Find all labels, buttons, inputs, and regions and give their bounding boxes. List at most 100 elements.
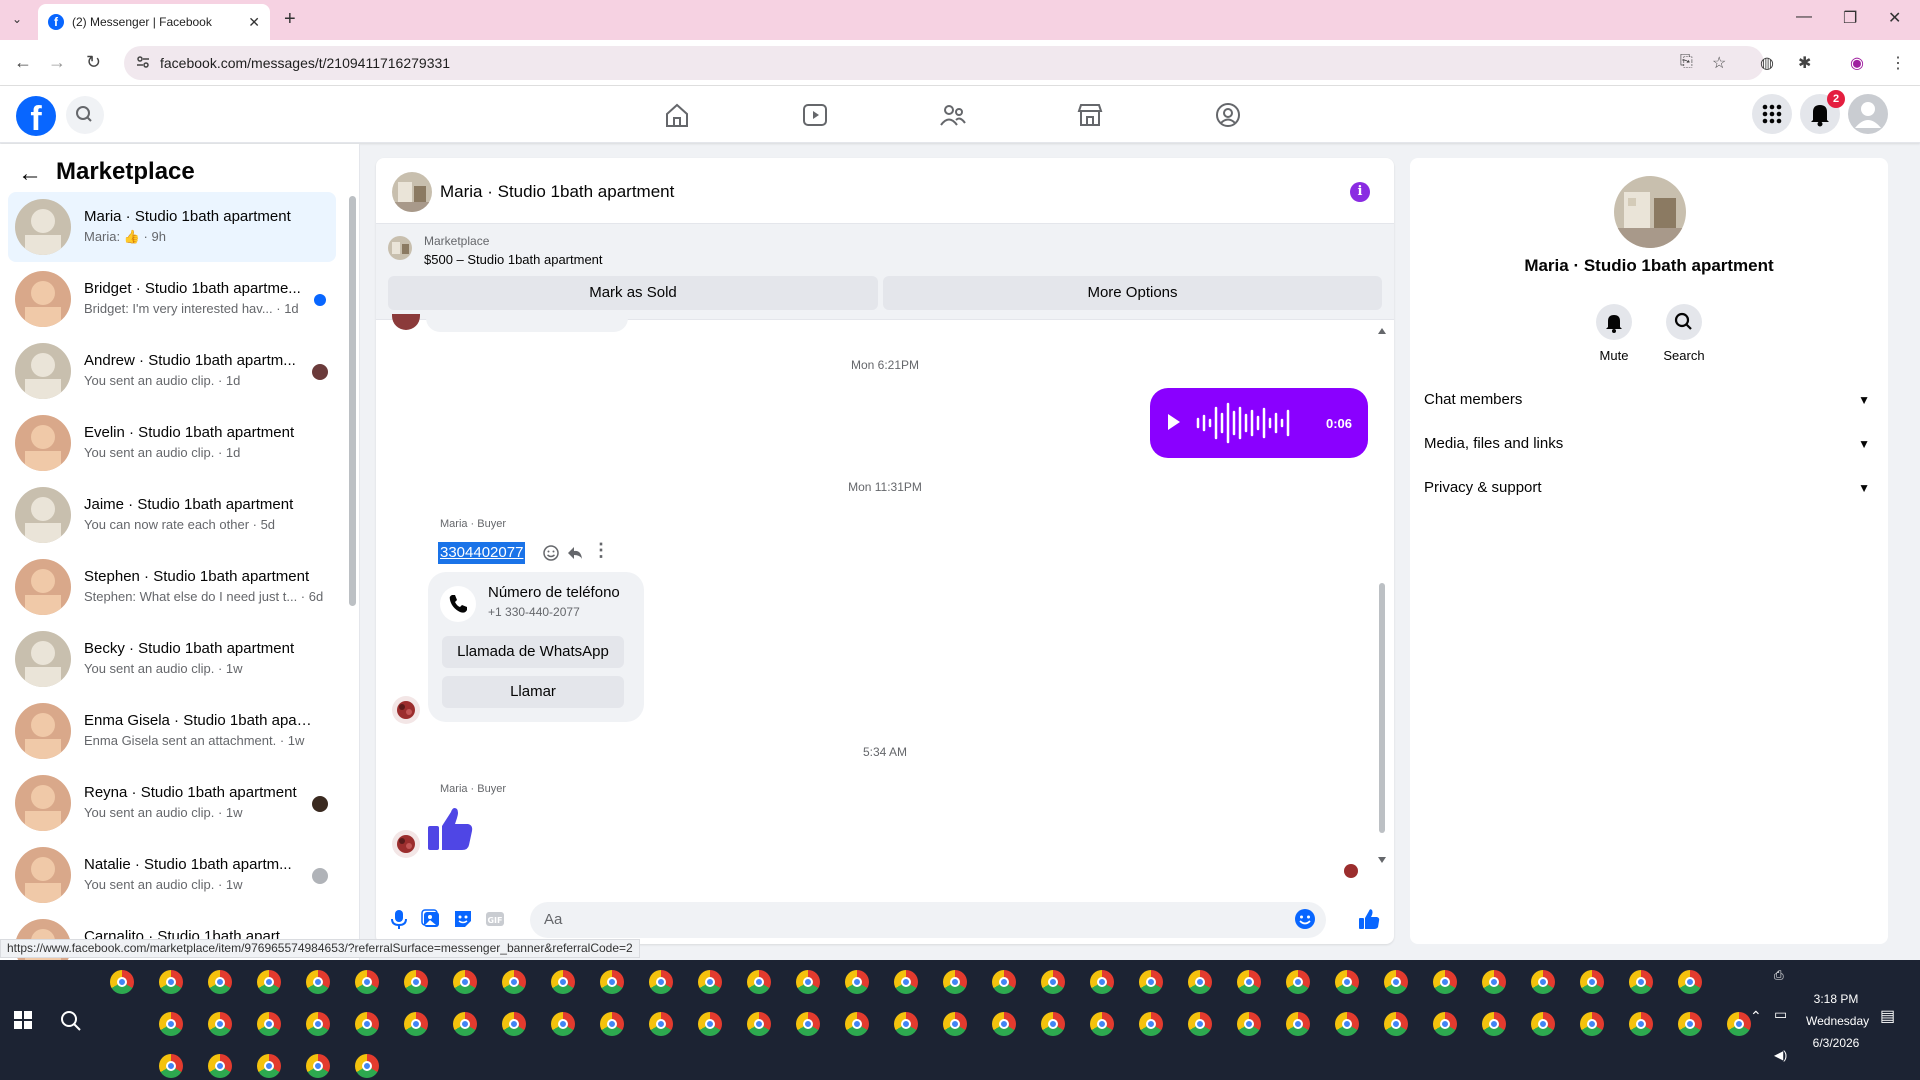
chrome-app-icon[interactable] [404, 1012, 428, 1036]
chrome-app-icon[interactable] [1433, 970, 1457, 994]
system-clock[interactable]: 3:18 PM Wednesday 6/3/2026 [1806, 988, 1869, 1054]
chrome-app-icon[interactable] [1433, 1012, 1457, 1036]
profile-icon[interactable]: ◉ [1850, 53, 1864, 73]
chrome-app-icon[interactable] [1629, 970, 1653, 994]
conversation-item[interactable]: Enma Gisela · Studio 1bath apart... Enma … [8, 696, 336, 766]
chrome-app-icon[interactable] [894, 1012, 918, 1036]
chrome-app-icon[interactable] [159, 1012, 183, 1036]
chrome-app-icon[interactable] [698, 970, 722, 994]
marketplace-icon[interactable] [1075, 100, 1105, 130]
chrome-app-icon[interactable] [943, 970, 967, 994]
chrome-app-icon[interactable] [1090, 970, 1114, 994]
site-info-icon[interactable] [136, 55, 150, 69]
translate-icon[interactable]: ◍ [1760, 53, 1774, 73]
menu-grid-icon[interactable] [1752, 94, 1792, 134]
reload-icon[interactable]: ↻ [86, 52, 101, 73]
conversation-item[interactable]: Evelin · Studio 1bath apartment You sent … [8, 408, 336, 478]
microphone-icon[interactable] [388, 908, 410, 930]
call-button[interactable]: Llamar [442, 676, 624, 708]
conversation-item[interactable]: Jaime · Studio 1bath apartment You can no… [8, 480, 336, 550]
chrome-app-icon[interactable] [992, 970, 1016, 994]
tablet-mode-icon[interactable]: ⎙ [1774, 968, 1784, 983]
conversation-item[interactable]: Natalie · Studio 1bath apartm... You sent… [8, 840, 336, 910]
chrome-app-icon[interactable] [208, 1054, 232, 1078]
mark-as-sold-button[interactable]: Mark as Sold [388, 276, 878, 310]
chrome-app-icon[interactable] [208, 1012, 232, 1036]
chrome-app-icon[interactable] [453, 1012, 477, 1036]
conversation-item[interactable]: Stephen · Studio 1bath apartment Stephen:… [8, 552, 336, 622]
notifications-center-icon[interactable]: ▤ [1880, 1006, 1895, 1026]
groups-icon[interactable] [938, 100, 968, 130]
chrome-app-icon[interactable] [1335, 1012, 1359, 1036]
chrome-app-icon[interactable] [1237, 1012, 1261, 1036]
chrome-app-icon[interactable] [1727, 1012, 1751, 1036]
chrome-app-icon[interactable] [551, 970, 575, 994]
chrome-app-icon[interactable] [257, 1012, 281, 1036]
chrome-app-icon[interactable] [894, 970, 918, 994]
chrome-app-icon[interactable] [257, 1054, 281, 1078]
whatsapp-call-button[interactable]: Llamada de WhatsApp [442, 636, 624, 668]
chrome-app-icon[interactable] [1580, 1012, 1604, 1036]
listing-title[interactable]: $500 – Studio 1bath apartment [424, 252, 603, 267]
play-icon[interactable] [1168, 414, 1180, 430]
browser-menu-icon[interactable]: ⋮ [1890, 53, 1906, 73]
chrome-app-icon[interactable] [1139, 1012, 1163, 1036]
network-icon[interactable]: ▭ [1774, 1006, 1787, 1023]
extensions-icon[interactable]: ✱ [1798, 53, 1811, 73]
message-input[interactable]: Aa [530, 902, 1326, 938]
copilot-app-icon[interactable] [110, 970, 134, 994]
privacy-support-section[interactable]: Privacy & support ▼ [1424, 468, 1880, 508]
chrome-app-icon[interactable] [1090, 1012, 1114, 1036]
install-app-icon[interactable]: ⎘ [1680, 53, 1693, 71]
restore-icon[interactable]: ❐ [1843, 8, 1857, 28]
chrome-app-icon[interactable] [453, 970, 477, 994]
reply-icon[interactable] [566, 544, 584, 562]
windows-start-icon[interactable] [14, 1011, 32, 1029]
chrome-app-icon[interactable] [257, 970, 281, 994]
listing-thumbnail[interactable] [388, 236, 412, 260]
contact-avatar[interactable] [1614, 176, 1686, 248]
search-conversation-button[interactable]: Search [1649, 304, 1719, 363]
tab-search-icon[interactable]: ⌄ [12, 12, 22, 26]
chrome-app-icon[interactable] [1286, 1012, 1310, 1036]
chrome-app-icon[interactable] [1482, 970, 1506, 994]
media-files-links-section[interactable]: Media, files and links ▼ [1424, 424, 1880, 464]
chat-scrollbar[interactable] [1378, 328, 1386, 863]
chrome-app-icon[interactable] [159, 1054, 183, 1078]
volume-icon[interactable]: ◀) [1774, 1048, 1787, 1062]
chrome-app-icon[interactable] [355, 970, 379, 994]
chat-avatar[interactable] [392, 172, 432, 212]
show-hidden-icons[interactable]: ⌃ [1750, 1008, 1762, 1025]
chrome-app-icon[interactable] [1384, 1012, 1408, 1036]
chat-members-section[interactable]: Chat members ▼ [1424, 380, 1880, 420]
chrome-app-icon[interactable] [845, 1012, 869, 1036]
audio-waveform[interactable] [1194, 402, 1304, 444]
chrome-app-icon[interactable] [747, 970, 771, 994]
browser-tab[interactable]: f (2) Messenger | Facebook ✕ [38, 4, 270, 40]
home-icon[interactable] [662, 100, 692, 130]
chrome-app-icon[interactable] [600, 1012, 624, 1036]
chrome-app-icon[interactable] [551, 1012, 575, 1036]
close-tab-icon[interactable]: ✕ [248, 14, 260, 31]
send-like-icon[interactable] [1358, 908, 1380, 930]
chrome-app-icon[interactable] [845, 970, 869, 994]
sidebar-scrollbar[interactable] [349, 196, 356, 606]
photo-icon[interactable] [420, 908, 442, 930]
chrome-app-icon[interactable] [159, 970, 183, 994]
conversation-item[interactable]: Maria · Studio 1bath apartment Maria: 👍 ·… [8, 192, 336, 262]
chrome-app-icon[interactable] [502, 1012, 526, 1036]
minimize-icon[interactable]: — [1796, 8, 1812, 26]
chrome-app-icon[interactable] [208, 970, 232, 994]
chrome-app-icon[interactable] [698, 1012, 722, 1036]
chrome-app-icon[interactable] [1482, 1012, 1506, 1036]
chrome-app-icon[interactable] [1237, 970, 1261, 994]
gaming-icon[interactable] [1213, 100, 1243, 130]
chrome-app-icon[interactable] [796, 1012, 820, 1036]
chrome-app-icon[interactable] [1286, 970, 1310, 994]
forward-icon[interactable]: → [48, 52, 66, 73]
chrome-app-icon[interactable] [649, 1012, 673, 1036]
chrome-app-icon[interactable] [796, 970, 820, 994]
back-icon[interactable]: ← [14, 52, 32, 73]
chrome-app-icon[interactable] [649, 970, 673, 994]
audio-message-bubble[interactable]: 0:06 [1150, 388, 1368, 458]
